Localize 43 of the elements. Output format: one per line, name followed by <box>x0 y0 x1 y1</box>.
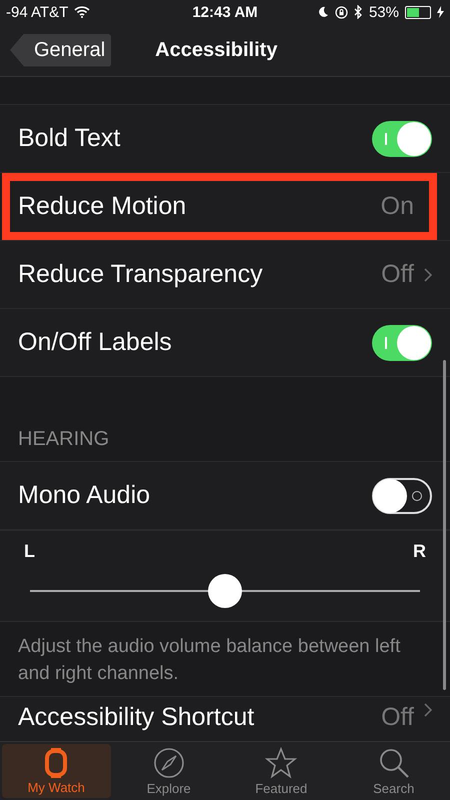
compass-icon <box>152 746 185 778</box>
battery-icon <box>405 6 431 18</box>
screen-title: Accessibility <box>155 38 278 62</box>
tab[interactable]: Featured <box>227 744 336 798</box>
section-header: HEARING <box>18 428 110 451</box>
settings-row[interactable]: Reduce Motion On <box>0 173 450 241</box>
row-label: On/Off Labels <box>18 328 173 357</box>
toggle-switch[interactable] <box>372 120 432 156</box>
rotation-lock-icon <box>334 6 348 18</box>
tab[interactable]: Search <box>340 744 448 798</box>
moon-icon <box>318 6 329 18</box>
wifi-icon <box>74 6 90 18</box>
row-label: Reduce Transparency <box>18 260 264 289</box>
tab[interactable]: My Watch <box>2 744 110 798</box>
toggle-switch[interactable] <box>372 324 432 360</box>
settings-row[interactable]: On/Off Labels <box>0 309 450 376</box>
right-label: R <box>413 541 426 562</box>
row-label: Mono Audio <box>18 481 152 510</box>
star-icon <box>265 746 298 778</box>
chevron-icon <box>424 268 432 282</box>
settings-row[interactable]: Reduce Transparency Off <box>0 241 450 309</box>
footer-note: Adjust the audio volume balance between left and right channels. <box>17 635 402 686</box>
carrier-signal: -94 AT&T <box>6 4 68 20</box>
settings-row[interactable]: Bold Text <box>0 105 450 173</box>
watch-icon <box>43 748 70 778</box>
row-value: Off <box>381 260 414 289</box>
left-label: L <box>24 541 35 562</box>
chevron-icon <box>424 703 432 717</box>
bluetooth-icon <box>354 5 363 19</box>
tab[interactable]: Explore <box>114 744 223 798</box>
back-button[interactable]: General <box>10 34 112 66</box>
toggle-switch[interactable] <box>372 478 432 514</box>
row-label: Accessibility Shortcut <box>18 703 256 732</box>
row-value: Off <box>381 703 414 732</box>
search-icon <box>378 746 410 778</box>
row-label: Bold Text <box>18 124 122 153</box>
balance-slider[interactable] <box>30 574 420 608</box>
clock-time: 12:43 AM <box>192 4 258 20</box>
row-value: On <box>380 192 414 221</box>
charging-icon <box>437 6 444 18</box>
slider-thumb[interactable] <box>208 574 242 608</box>
battery-percent: 53% <box>368 4 399 20</box>
row-label: Reduce Motion <box>18 192 188 221</box>
